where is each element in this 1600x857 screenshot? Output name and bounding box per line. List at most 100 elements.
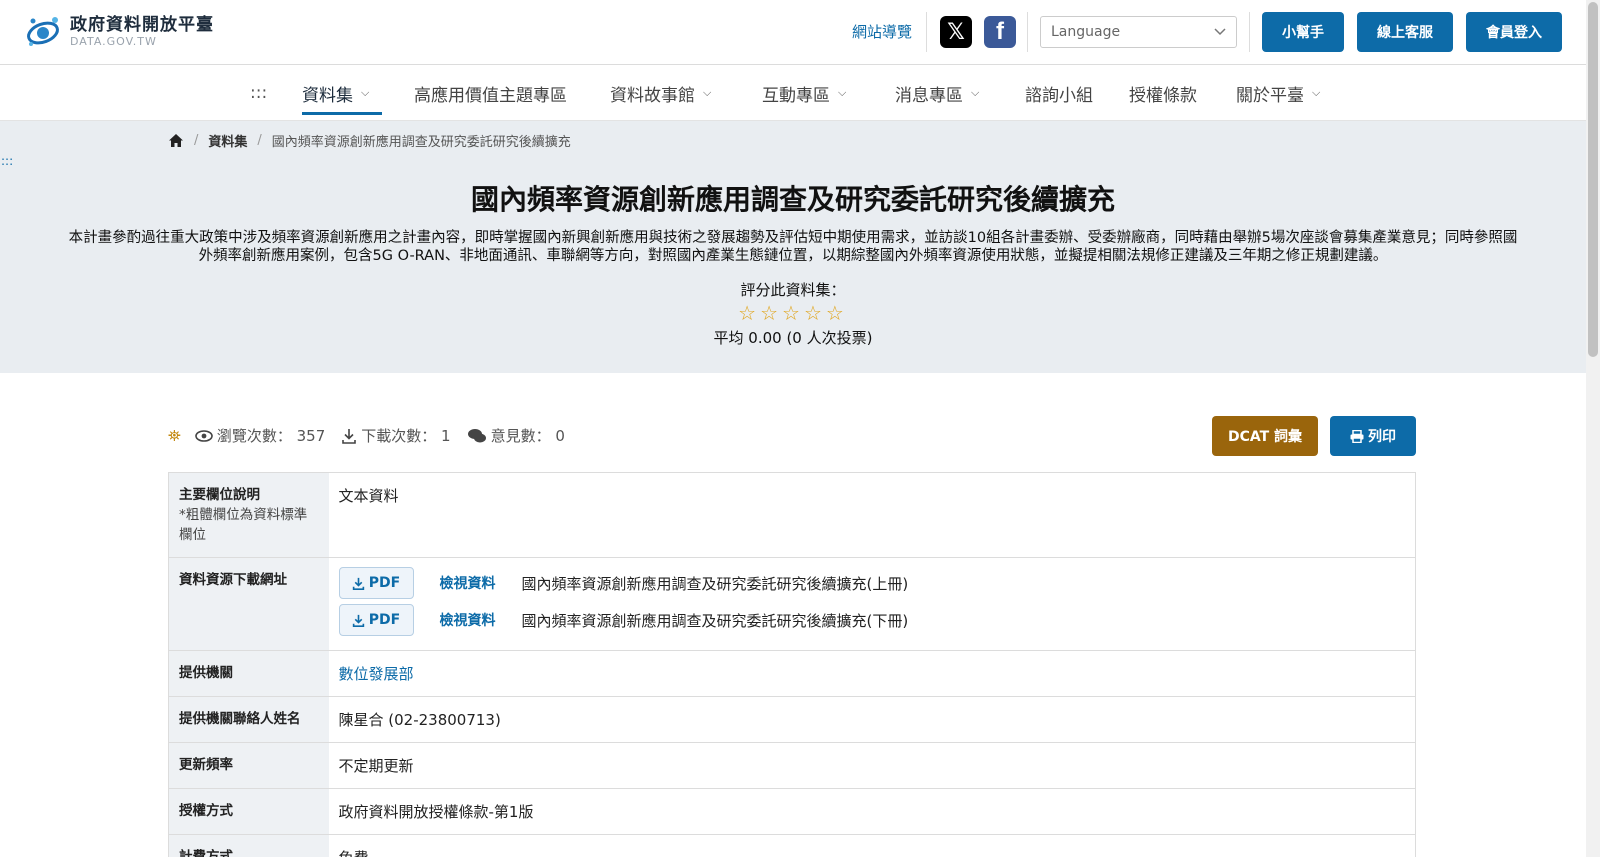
nav-item-label: 互動專區 [762, 85, 830, 106]
nav-item-interactive[interactable]: 互動專區 ⌵ [762, 65, 846, 121]
pdf-download-button[interactable]: PDF [338, 567, 414, 599]
nav-item-high-value[interactable]: 高應用價值主題專區 [414, 65, 567, 121]
logo-title: 政府資料開放平臺 [70, 14, 214, 35]
dataset-detail-table: 主要欄位說明 *粗體欄位為資料標準欄位 文本資料 資料資源下載網址 PDF 檢視… [168, 472, 1416, 857]
nav-item-data-stories[interactable]: 資料故事館 ⌵ [610, 65, 711, 121]
view-count-label: 瀏覽次數： [216, 427, 292, 445]
view-data-link[interactable]: 檢視資料 [440, 573, 498, 593]
site-logo[interactable]: 政府資料開放平臺 DATA.GOV.TW [24, 12, 214, 50]
breadcrumb-separator: / [194, 133, 199, 148]
row-header-license: 授權方式 [168, 788, 329, 835]
pdf-download-button[interactable]: PDF [338, 604, 414, 636]
divider [1249, 12, 1250, 52]
nav-item-label: 關於平臺 [1236, 85, 1304, 106]
breadcrumb-separator: / [257, 133, 262, 148]
chevron-down-icon: ⌵ [361, 86, 370, 99]
row-value-resources: PDF 檢視資料 國內頻率資源創新應用調查及研究委託研究後續擴充(上冊) PDF… [328, 557, 1416, 651]
resource-item: PDF 檢視資料 國內頻率資源創新應用調查及研究委託研究後續擴充(上冊) [338, 567, 1406, 599]
logo-subtitle: DATA.GOV.TW [70, 34, 157, 48]
sitemap-link[interactable]: 網站導覽 [852, 21, 912, 42]
home-icon[interactable] [168, 133, 184, 148]
nav-item-label: 資料故事館 [610, 85, 695, 106]
breadcrumb-datasets[interactable]: 資料集 [208, 131, 247, 150]
nav-item-label: 資料集 [302, 85, 353, 106]
chevron-down-icon: ⌵ [1312, 86, 1321, 99]
dcat-vocabulary-button[interactable]: DCAT 詞彙 [1212, 416, 1318, 456]
table-row: 提供機關聯絡人姓名 陳星合 (02-23800713) [168, 696, 1416, 743]
download-count-label: 下載次數： [361, 427, 437, 445]
rating-label: 評分此資料集： [740, 281, 846, 299]
nav-active-indicator [302, 112, 382, 115]
chevron-down-icon: ⌵ [838, 86, 847, 99]
row-header-org: 提供機關 [168, 650, 329, 697]
rating-stars[interactable]: ☆☆☆☆☆ [0, 301, 1586, 325]
main-nav: ::: 資料集 ⌵ 高應用價值主題專區 資料故事館 ⌵ 互動專區 ⌵ 消息專區 … [0, 65, 1586, 121]
nav-item-about[interactable]: 關於平臺 ⌵ [1236, 65, 1320, 121]
row-value-org: 數位發展部 [328, 650, 1416, 697]
nav-item-label: 消息專區 [895, 85, 963, 106]
comments-icon [467, 428, 486, 442]
language-select[interactable]: Language [1040, 16, 1237, 48]
row-header-fee: 計費方式 [168, 834, 329, 857]
member-login-button[interactable]: 會員登入 [1466, 12, 1562, 52]
divider [1027, 12, 1028, 52]
table-row: 授權方式 政府資料開放授權條款-第1版 [168, 788, 1416, 835]
facebook-icon[interactable]: f [984, 16, 1016, 48]
online-service-button[interactable]: 線上客服 [1357, 12, 1453, 52]
download-icon [342, 428, 357, 444]
dataset-title: 國內頻率資源創新應用調查及研究委託研究後續擴充 [470, 183, 1115, 216]
resource-name: 國內頻率資源創新應用調查及研究委託研究後續擴充(下冊) [521, 611, 909, 630]
download-icon [352, 614, 364, 627]
nav-item-label: 授權條款 [1129, 85, 1197, 106]
row-header-contact: 提供機關聯絡人姓名 [168, 696, 329, 743]
nav-item-label: 高應用價值主題專區 [414, 85, 567, 106]
print-button-label: 列印 [1368, 429, 1396, 445]
chevron-down-icon: ⌵ [971, 86, 980, 99]
x-twitter-icon[interactable]: 𝕏 [940, 16, 972, 48]
nav-item-license[interactable]: 授權條款 [1129, 65, 1197, 121]
nav-item-advisory[interactable]: 諮詢小組 [1025, 65, 1093, 121]
chevron-down-icon [1214, 28, 1226, 36]
comment-count-label: 意見數： [490, 427, 551, 445]
comment-count-value: 0 [555, 426, 565, 445]
chevron-down-icon: ⌵ [703, 86, 712, 99]
dataset-stats: ⛯ 瀏覽次數： 357 下載次數： 1 意見數： 0 [168, 425, 581, 446]
view-data-link[interactable]: 檢視資料 [440, 610, 498, 630]
table-row: 更新頻率 不定期更新 [168, 742, 1416, 789]
download-count: 下載次數： 1 [341, 425, 451, 446]
row-header-label: 主要欄位說明 [179, 487, 260, 503]
resource-name: 國內頻率資源創新應用調查及研究委託研究後續擴充(上冊) [521, 574, 909, 593]
print-button[interactable]: 列印 [1330, 416, 1416, 456]
comment-count: 意見數： 0 [467, 425, 565, 446]
row-value-main-fields: 文本資料 [328, 472, 1416, 558]
scrollbar-thumb[interactable] [1588, 2, 1598, 357]
divider [926, 12, 927, 52]
table-row: 提供機關 數位發展部 [168, 650, 1416, 697]
pdf-download-label: PDF [368, 612, 401, 628]
language-select-value: Language [1051, 24, 1121, 40]
row-value-contact: 陳星合 (02-23800713) [328, 696, 1416, 743]
nav-item-label: 諮詢小組 [1025, 85, 1093, 106]
download-count-value: 1 [441, 426, 451, 445]
logo-icon [27, 17, 59, 46]
org-link[interactable]: 數位發展部 [339, 665, 414, 683]
download-icon [352, 577, 364, 590]
row-value-license: 政府資料開放授權條款-第1版 [328, 788, 1416, 835]
nav-accesskey-anchor[interactable]: ::: [250, 65, 267, 121]
pdf-download-label: PDF [368, 575, 401, 591]
helper-button[interactable]: 小幫手 [1262, 12, 1344, 52]
rating-average: 平均 0.00 (0 人次投票) [713, 329, 873, 347]
row-header-main-fields: 主要欄位說明 *粗體欄位為資料標準欄位 [168, 472, 329, 558]
content-accesskey-anchor[interactable]: ::: [1, 154, 13, 168]
table-row: 主要欄位說明 *粗體欄位為資料標準欄位 文本資料 [168, 472, 1416, 558]
row-value-fee: 免費 [328, 834, 1416, 857]
site-header: 政府資料開放平臺 DATA.GOV.TW 網站導覽 𝕏 f Language 小… [0, 0, 1586, 65]
nav-item-news[interactable]: 消息專區 ⌵ [895, 65, 979, 121]
row-header-resources: 資料資源下載網址 [168, 557, 329, 651]
page-scrollbar[interactable] [1586, 0, 1600, 857]
view-count: 瀏覽次數： 357 [195, 425, 325, 446]
breadcrumb-current: 國內頻率資源創新應用調查及研究委託研究後續擴充 [271, 135, 571, 150]
row-header-frequency: 更新頻率 [168, 742, 329, 789]
breadcrumb: / 資料集 / 國內頻率資源創新應用調查及研究委託研究後續擴充 [168, 131, 571, 150]
dataset-description: 本計畫參酌過往重大政策中涉及頻率資源創新應用之計畫內容，即時掌握國內新興創新應用… [68, 230, 1518, 264]
